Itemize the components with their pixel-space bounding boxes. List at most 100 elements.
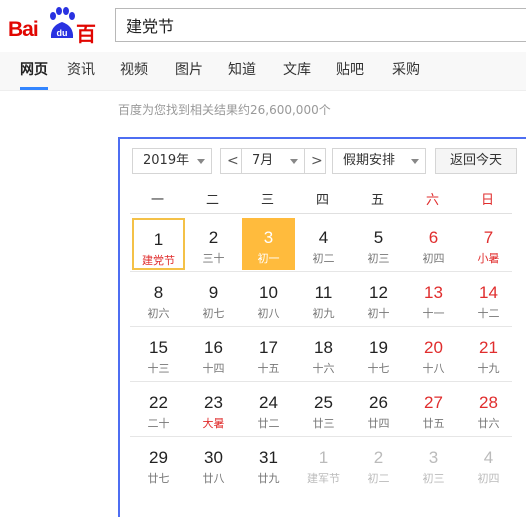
baidu-logo[interactable]: Bai du 百度 [6,4,112,75]
day-cell[interactable]: 15 十三 [132,328,185,380]
day-cell[interactable]: 10 初八 [242,273,295,325]
day-number: 14 [479,283,498,302]
day-cell[interactable]: 2 三十 [187,218,240,270]
day-cell[interactable]: 2 初二 [352,438,405,490]
lunar-date: 廿六 [477,417,500,430]
day-cell[interactable]: 25 廿三 [297,383,350,435]
day-cell[interactable]: 18 十六 [297,328,350,380]
lunar-date: 廿三 [312,417,335,430]
chevron-down-icon [197,159,205,164]
day-cell[interactable]: 4 初二 [297,218,350,270]
lunar-date: 初十 [367,307,390,320]
lunar-date: 初七 [202,307,225,320]
day-number: 19 [369,338,388,357]
tab-7[interactable]: 采购 [392,52,420,90]
day-cell[interactable]: 17 十五 [242,328,295,380]
day-number: 30 [204,448,223,467]
tab-0[interactable]: 网页 [20,52,48,90]
lunar-date: 廿七 [147,472,170,485]
logo-text-bai: Bai [8,18,39,41]
day-cell[interactable]: 29 廿七 [132,438,185,490]
month-select[interactable]: 7月 [241,148,305,174]
tab-1[interactable]: 资讯 [67,52,95,90]
day-cell[interactable]: 23 大暑 [187,383,240,435]
day-number: 9 [208,283,219,302]
lunar-date: 廿四 [367,417,390,430]
lunar-date: 大暑 [202,417,225,430]
tab-5[interactable]: 文库 [283,52,311,90]
tab-2[interactable]: 视频 [120,52,148,90]
day-number: 11 [314,283,333,302]
day-number: 27 [424,393,443,412]
day-number: 3 [263,228,274,247]
row-divider [130,271,512,272]
weekday-label: 六 [425,193,439,208]
weekday-label: 一 [150,193,164,208]
day-number: 15 [149,338,168,357]
lunar-date: 初四 [477,472,500,485]
day-number: 17 [259,338,278,357]
day-number: 1 [318,448,329,467]
day-number: 5 [373,228,384,247]
weekday-label: 四 [315,193,329,208]
day-cell[interactable]: 1 建军节 [297,438,350,490]
lunar-date: 廿八 [202,472,225,485]
day-cell[interactable]: 11 初九 [297,273,350,325]
day-cell[interactable]: 20 十八 [407,328,460,380]
search-input[interactable] [116,9,526,41]
day-number: 2 [373,448,384,467]
day-cell[interactable]: 5 初三 [352,218,405,270]
day-cell[interactable]: 13 十一 [407,273,460,325]
lunar-date: 二十 [147,417,170,430]
day-number: 6 [428,228,439,247]
day-cell[interactable]: 16 十四 [187,328,240,380]
day-cell[interactable]: 26 廿四 [352,383,405,435]
lunar-date: 小暑 [477,252,500,265]
day-cell[interactable]: 12 初十 [352,273,405,325]
weekday-label: 三 [260,193,274,208]
chevron-down-icon [411,159,419,164]
tab-6[interactable]: 贴吧 [336,52,364,90]
day-cell[interactable]: 3 初三 [407,438,460,490]
day-cell[interactable]: 31 廿九 [242,438,295,490]
day-cell[interactable]: 27 廿五 [407,383,460,435]
tab-4[interactable]: 知道 [228,52,256,90]
day-cell[interactable]: 4 初四 [462,438,515,490]
day-cell[interactable]: 7 小暑 [462,218,515,270]
search-box [115,8,526,42]
day-cell[interactable]: 22 二十 [132,383,185,435]
lunar-date: 十三 [147,362,170,375]
day-cell[interactable]: 1 建党节 [132,218,185,270]
chevron-left-icon: < [227,153,239,169]
year-select[interactable]: 2019年 [132,148,212,174]
year-select-value: 2019年 [143,153,190,168]
day-cell[interactable]: 24 廿二 [242,383,295,435]
day-cell[interactable]: 28 廿六 [462,383,515,435]
day-number: 28 [479,393,498,412]
tab-3[interactable]: 图片 [175,52,203,90]
weekday-label: 五 [370,193,384,208]
lunar-date: 十二 [477,307,500,320]
day-number: 13 [424,283,443,302]
day-cell[interactable]: 30 廿八 [187,438,240,490]
day-cell[interactable]: 8 初六 [132,273,185,325]
day-cell[interactable]: 6 初四 [407,218,460,270]
day-number: 23 [204,393,223,412]
day-cell[interactable]: 3 初一 [242,218,295,270]
day-cell[interactable]: 21 十九 [462,328,515,380]
lunar-date: 初三 [422,472,445,485]
header: Bai du 百度 [0,0,526,75]
back-to-today-button[interactable]: 返回今天 [435,148,517,174]
lunar-date: 十五 [257,362,280,375]
lunar-date: 初四 [422,252,445,265]
day-cell[interactable]: 19 十七 [352,328,405,380]
day-cell[interactable]: 9 初七 [187,273,240,325]
prev-month-button[interactable]: < [220,148,242,174]
day-number: 24 [259,393,278,412]
next-month-button[interactable]: > [304,148,326,174]
day-cell[interactable]: 14 十二 [462,273,515,325]
lunar-date: 十九 [477,362,500,375]
holiday-select[interactable]: 假期安排 [332,148,426,174]
lunar-date: 十一 [422,307,445,320]
day-number: 10 [259,283,278,302]
